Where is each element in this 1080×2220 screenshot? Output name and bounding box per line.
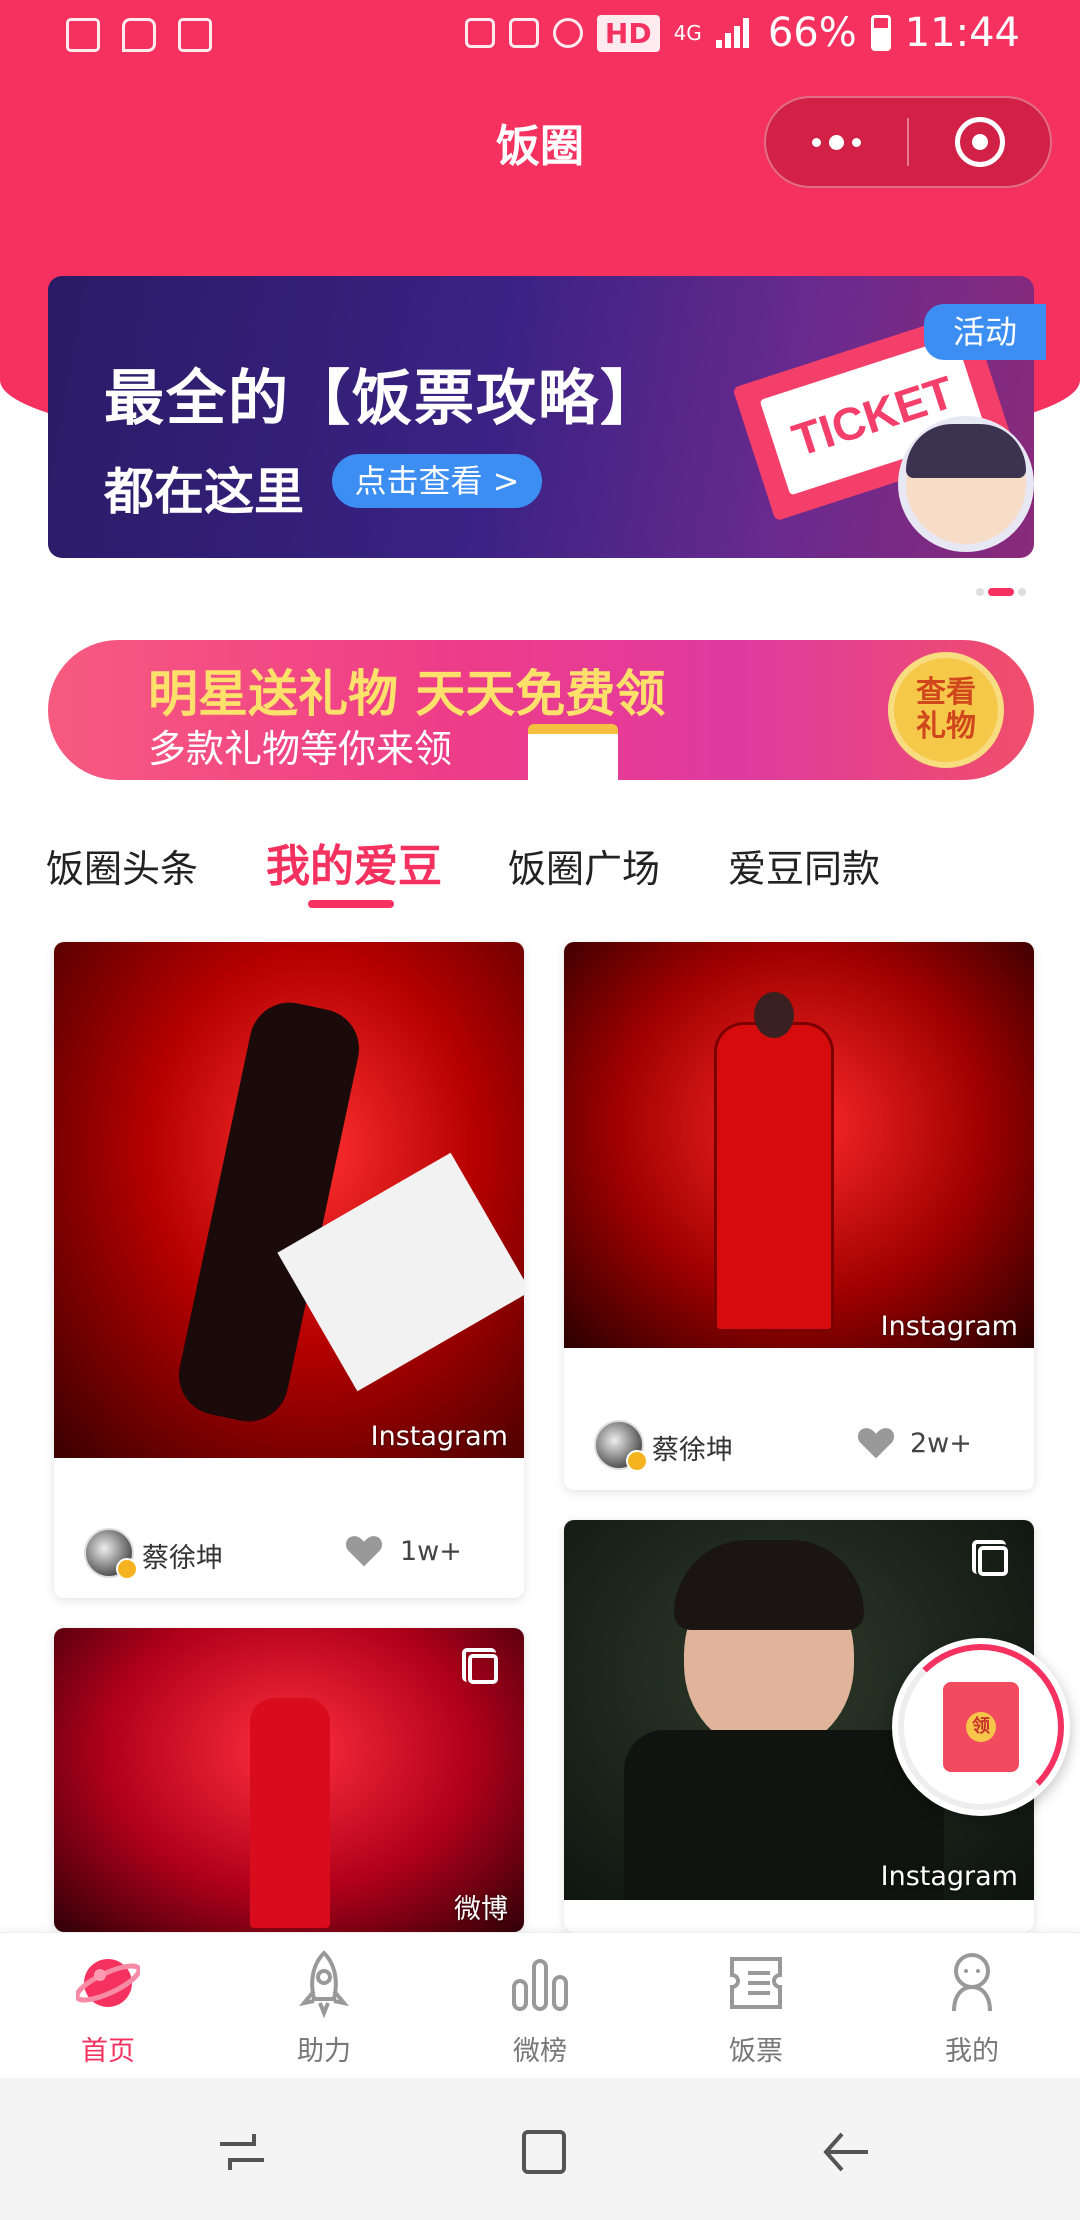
pager-dot [976,588,984,596]
post-source: Instagram [370,1421,508,1452]
post-meta: 蔡徐坤 1w+ [54,1522,524,1582]
heart-icon[interactable] [856,1424,896,1460]
nav-ranking[interactable]: 微榜 [470,1947,610,2068]
ticket-list-icon [730,1957,782,2009]
nav-label: 我的 [945,2036,999,2067]
status-bar: HD 4G 66% 11:44 [0,0,1080,72]
sim-icon [464,18,495,48]
performer-figure [171,995,367,1429]
multi-image-icon [972,1540,1008,1576]
notification-icons [66,18,212,52]
gift-box-icon [528,724,618,780]
astronaut-mascot-icon [898,416,1034,552]
recent-apps-icon[interactable] [214,2124,270,2180]
signal-icon [715,18,754,48]
person-hair [674,1540,864,1630]
planet-icon [74,1959,142,2007]
rocket-icon [298,1950,350,2019]
red-packet-label: 领 [966,1712,996,1742]
image-icon [66,18,100,52]
battery-icon [870,15,891,51]
avatar[interactable] [84,1528,138,1580]
close-miniprogram-button[interactable] [909,98,1050,186]
message-icon [122,18,156,52]
nav-label: 首页 [81,2036,135,2067]
banner-pager [976,588,1026,596]
heart-icon[interactable] [344,1532,384,1568]
gift-banner[interactable]: 明星送礼物 天天免费领 多款礼物等你来领 查看 礼物 [48,640,1034,780]
post-photo[interactable]: Instagram [564,942,1034,1348]
battery-percent: 66% [767,10,857,56]
nav-label: 助力 [297,2036,351,2067]
system-nav-bar [0,2078,1080,2220]
performer-head [754,992,794,1038]
post-photo[interactable]: 微博 [54,1628,524,1932]
miniprogram-capsule [764,96,1052,188]
promo-banner[interactable]: 最全的【饭票攻略】 都在这里 点击查看 > TICKET [48,276,1034,558]
person-icon [952,1953,992,2012]
nav-label: 饭票 [729,2036,783,2067]
feed-card[interactable]: Instagram 蔡徐坤 1w+ [54,942,524,1598]
back-arrow-icon[interactable] [818,2124,874,2180]
avatar[interactable] [594,1420,648,1472]
nav-home[interactable]: 首页 [38,1947,178,2068]
view-gift-button[interactable]: 查看 礼物 [888,652,1004,768]
like-count: 2w+ [910,1428,972,1459]
post-source: Instagram [880,1311,1018,1342]
more-dots-icon [812,134,861,150]
tab-fan-headlines[interactable]: 饭圈头条 [46,838,198,893]
performer-figure [250,1698,330,1928]
activity-tag: 活动 [924,304,1046,360]
network-type: 4G [673,21,702,45]
feed-card[interactable]: Instagram 蔡徐坤 2w+ [564,942,1034,1490]
active-tab-indicator [308,900,394,908]
post-author[interactable]: 蔡徐坤 [652,1428,733,1467]
banner-headline: 最全的【饭票攻略】 [104,364,662,434]
post-author[interactable]: 蔡徐坤 [142,1536,223,1575]
multi-image-icon [462,1648,498,1684]
feed-card[interactable]: 微博 [54,1628,524,1932]
banner-view-button[interactable]: 点击查看 > [332,454,542,508]
tab-idol-same-style[interactable]: 爱豆同款 [728,838,880,893]
clock: 11:44 [904,10,1020,56]
nfc-icon [508,18,539,48]
home-button-icon[interactable] [516,2124,572,2180]
bar-chart-icon [512,1959,568,2011]
nav-me[interactable]: 我的 [902,1947,1042,2068]
red-envelope-icon: 领 [943,1682,1019,1772]
bottom-nav: 首页 助力 微榜 饭票 我的 [0,1932,1080,2079]
alarm-icon [552,18,583,48]
target-close-icon [954,117,1005,167]
nav-tickets[interactable]: 饭票 [686,1947,826,2068]
banner-subline: 都在这里 [104,463,304,521]
gift-headline: 明星送礼物 天天免费领 [148,665,666,723]
category-tabs: 饭圈头条 我的爱豆 饭圈广场 爱豆同款 [0,830,1080,910]
system-indicators: HD 4G 66% 11:44 [464,10,1020,56]
tab-my-idol[interactable]: 我的爱豆 [266,830,442,894]
gift-subline: 多款礼物等你来领 [148,727,453,771]
post-source: 微博 [454,1894,508,1925]
nav-boost[interactable]: 助力 [254,1947,394,2068]
red-packet-button[interactable]: 领 [892,1638,1070,1816]
calendar-icon [178,18,212,52]
nav-label: 微榜 [513,2036,567,2067]
pager-dot [1018,588,1026,596]
post-photo[interactable]: Instagram [54,942,524,1458]
performer-figure [714,1022,834,1332]
like-count: 1w+ [400,1536,462,1567]
post-source: Instagram [880,1861,1018,1892]
post-meta: 蔡徐坤 2w+ [564,1414,1034,1474]
hd-badge: HD [596,14,660,52]
more-button[interactable] [766,98,907,186]
tab-fan-square[interactable]: 饭圈广场 [508,838,660,893]
pager-dot-active [988,588,1014,596]
